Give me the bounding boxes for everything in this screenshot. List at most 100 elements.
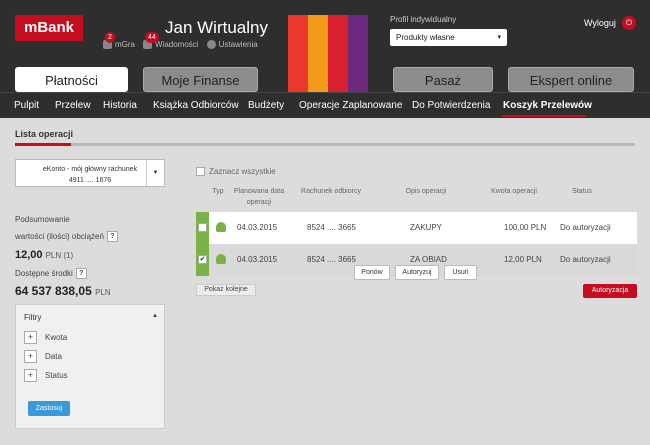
- power-icon: ⏻: [621, 16, 636, 30]
- table-row[interactable]: 04.03.2015 8524 .... 3665 ZAKUPY 100,00 …: [196, 212, 637, 244]
- account-select[interactable]: eKonto - mój główny rachunek 4911 .... 1…: [15, 159, 165, 187]
- main-nav: Pulpit Przelew Historia Książka Odbiorcó…: [0, 92, 650, 118]
- row-checkbox[interactable]: [198, 223, 207, 232]
- settings-label: Ustawienia: [218, 40, 258, 49]
- plus-icon[interactable]: +: [24, 350, 37, 363]
- col-type: Typ: [212, 188, 224, 195]
- expert-online-button[interactable]: Ekspert online: [508, 67, 634, 92]
- available-label-text: Dostępne środki: [15, 269, 73, 278]
- profile-value: Produkty własne: [396, 33, 455, 42]
- profile-select[interactable]: Produkty własne ▾: [390, 29, 507, 46]
- row-checkbox-cell[interactable]: [196, 212, 209, 244]
- filter-status-label: Status: [45, 371, 68, 380]
- mini-links: 2 mGra 44 Wiadomości Ustawienia: [103, 32, 258, 49]
- select-all-checkbox[interactable]: [196, 167, 205, 176]
- my-finances-button[interactable]: Moje Finanse: [143, 67, 258, 92]
- header: mBank Jan Wirtualny 2 mGra 44 Wiadomości…: [0, 0, 650, 92]
- messages-link[interactable]: 44 Wiadomości: [143, 32, 199, 49]
- filter-status[interactable]: + Status: [24, 369, 68, 382]
- summary-sublabel: wartości (ilości) obciążeń ?: [15, 231, 118, 242]
- mgra-badge: 2: [105, 32, 115, 43]
- collapse-icon[interactable]: ▲: [152, 313, 158, 319]
- stripe-1: [288, 15, 308, 92]
- row-checkbox[interactable]: ✔: [198, 255, 207, 264]
- person-icon: [216, 222, 226, 232]
- available-currency: PLN: [95, 288, 111, 297]
- row-account: 8524 .... 3665: [307, 255, 356, 264]
- nav-przelew[interactable]: Przelew: [55, 100, 91, 111]
- filters-panel: Filtry ▲ + Kwota + Data + Status Zastosu…: [15, 304, 165, 429]
- profile-label: Profil indywidualny: [390, 15, 457, 24]
- nav-budgets[interactable]: Budżety: [248, 100, 284, 111]
- nav-recipients[interactable]: Książka Odbiorców: [153, 100, 239, 111]
- authorize-row-button[interactable]: Autoryzuj: [395, 265, 439, 280]
- row-status: Do autoryzacji: [560, 223, 611, 232]
- messages-badge: 44: [145, 32, 159, 43]
- plus-icon[interactable]: +: [24, 369, 37, 382]
- stripe-3: [328, 15, 348, 92]
- filter-amount[interactable]: + Kwota: [24, 331, 67, 344]
- stripe-4: [348, 15, 368, 92]
- summary-sublabel-text: wartości (ilości) obciążeń: [15, 232, 104, 241]
- gear-icon: [206, 40, 216, 49]
- nav-transfer-basket[interactable]: Koszyk Przelewów: [503, 100, 592, 111]
- nav-scheduled[interactable]: Operacje Zaplanowane: [299, 100, 402, 111]
- filter-amount-label: Kwota: [45, 333, 68, 342]
- summary-label: Podsumowanie: [15, 215, 70, 224]
- title-divider: [15, 143, 635, 146]
- apply-filters-button[interactable]: Zastosuj: [28, 401, 70, 416]
- delete-button[interactable]: Usuń: [444, 265, 477, 280]
- col-amount: Kwota operacji: [491, 188, 537, 195]
- row-date: 04.03.2015: [237, 223, 278, 232]
- nav-pulpit[interactable]: Pulpit: [14, 100, 39, 111]
- col-status: Status: [572, 188, 592, 195]
- help-icon[interactable]: ?: [75, 268, 87, 279]
- summary-value: 12,00 PLN (1): [15, 249, 73, 261]
- payments-button[interactable]: Płatności: [15, 67, 128, 92]
- messages-label: Wiadomości: [155, 40, 199, 49]
- brand-stripes: [288, 15, 368, 92]
- row-status: Do autoryzacji: [560, 255, 611, 264]
- mgra-label: mGra: [115, 40, 135, 49]
- plus-icon[interactable]: +: [24, 331, 37, 344]
- active-tab-underline: [502, 115, 586, 117]
- select-all[interactable]: Zaznacz wszystkie: [196, 167, 276, 176]
- row-amount: 12,00 PLN: [504, 255, 542, 264]
- title-accent: [15, 143, 71, 146]
- mbank-logo[interactable]: mBank: [15, 15, 83, 41]
- available-amount: 64 537 838,05: [15, 284, 92, 298]
- settings-link[interactable]: Ustawienia: [206, 40, 258, 49]
- mall-button[interactable]: Pasaż: [393, 67, 493, 92]
- help-icon[interactable]: ?: [106, 231, 118, 242]
- filters-title: Filtry: [24, 313, 42, 322]
- chevron-down-icon: ▼: [146, 160, 164, 186]
- filter-date[interactable]: + Data: [24, 350, 62, 363]
- row-desc: ZAKUPY: [410, 223, 443, 232]
- logout-label: Wyloguj: [584, 18, 616, 28]
- nav-to-confirm[interactable]: Do Potwierdzenia: [412, 100, 490, 111]
- page-title: Lista operacji: [15, 129, 74, 139]
- stripe-2: [308, 15, 328, 92]
- logout-button[interactable]: Wyloguj ⏻: [584, 16, 636, 30]
- row-desc: ZA OBIAD: [410, 255, 447, 264]
- summary-suffix: PLN (1): [45, 251, 74, 260]
- select-all-label: Zaznacz wszystkie: [209, 167, 276, 176]
- person-icon: [216, 254, 226, 264]
- row-amount: 100,00 PLN: [504, 223, 547, 232]
- repeat-button[interactable]: Ponów: [354, 265, 390, 280]
- row-account: 8524 .... 3665: [307, 223, 356, 232]
- account-name: eKonto - mój główny rachunek: [42, 166, 138, 173]
- col-date: Planowana data operacji: [233, 188, 285, 206]
- mgra-link[interactable]: 2 mGra: [103, 32, 135, 49]
- authorize-button[interactable]: Autoryzacja: [583, 284, 637, 298]
- col-description: Opis operacji: [405, 188, 447, 195]
- available-label: Dostępne środki ?: [15, 268, 87, 279]
- account-number: 4911 .... 1676: [68, 177, 112, 184]
- user-name: Jan Wirtualny: [165, 18, 268, 37]
- row-checkbox-cell[interactable]: ✔: [196, 244, 209, 276]
- show-more-button[interactable]: Pokaż kolejne: [196, 284, 256, 296]
- row-date: 04.03.2015: [237, 255, 278, 264]
- nav-historia[interactable]: Historia: [103, 100, 137, 111]
- chevron-down-icon: ▾: [497, 34, 501, 41]
- filter-date-label: Data: [45, 352, 62, 361]
